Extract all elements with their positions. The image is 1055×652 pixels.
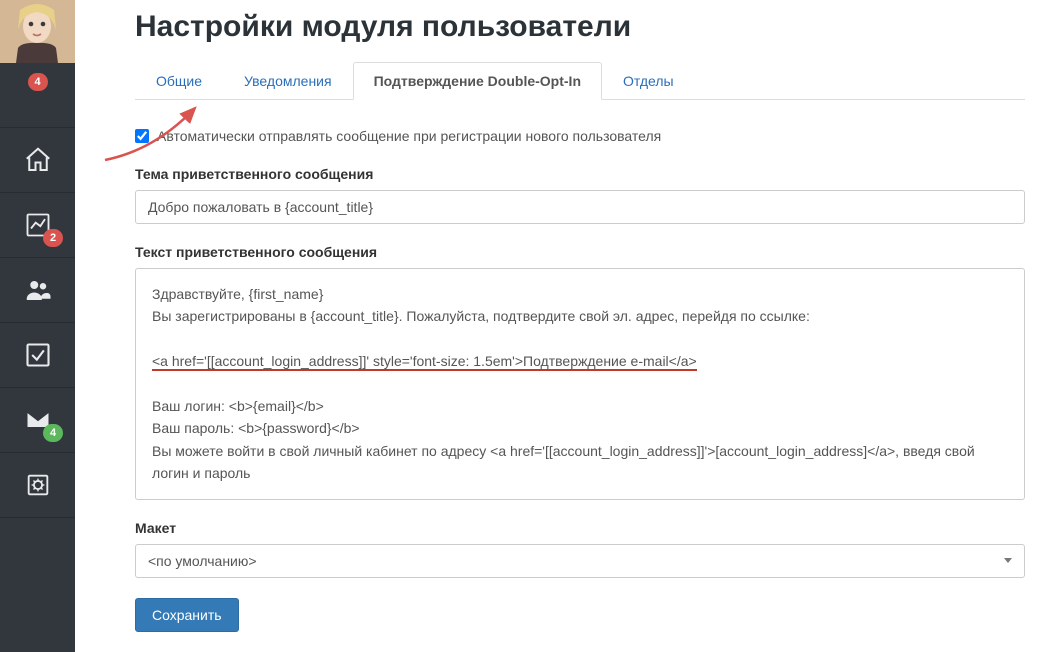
auto-send-label: Автоматически отправлять сообщение при р…	[157, 128, 661, 144]
tab-double-opt-in[interactable]: Подтверждение Double-Opt-In	[353, 62, 602, 100]
sidebar-item-settings[interactable]	[0, 453, 75, 518]
layout-label: Макет	[135, 520, 1025, 536]
sidebar-item-home[interactable]	[0, 128, 75, 193]
auto-send-checkbox[interactable]	[135, 129, 149, 143]
sidebar-item-mail[interactable]: 4	[0, 388, 75, 453]
reports-badge: 2	[43, 229, 63, 247]
chevron-down-icon	[1004, 558, 1012, 563]
safe-icon	[22, 469, 54, 501]
tabs: Общие Уведомления Подтверждение Double-O…	[135, 62, 1025, 100]
mail-badge: 4	[43, 424, 63, 442]
sidebar-item-notifications[interactable]: 4	[0, 63, 75, 128]
tab-departments[interactable]: Отделы	[602, 62, 695, 100]
users-icon	[22, 274, 54, 306]
tab-notifications[interactable]: Уведомления	[223, 62, 353, 100]
checkbox-icon	[22, 339, 54, 371]
body-label: Текст приветственного сообщения	[135, 244, 1025, 260]
sidebar: 4 2 4	[0, 0, 75, 652]
avatar[interactable]	[0, 0, 75, 63]
subject-input[interactable]	[135, 190, 1025, 224]
sidebar-item-users[interactable]	[0, 258, 75, 323]
subject-label: Тема приветственного сообщения	[135, 166, 1025, 182]
sidebar-item-reports[interactable]: 2	[0, 193, 75, 258]
page-title: Настройки модуля пользователи	[135, 10, 1025, 44]
save-button[interactable]: Сохранить	[135, 598, 239, 632]
sidebar-item-tasks[interactable]	[0, 323, 75, 388]
layout-select-value: <по умолчанию>	[148, 553, 257, 569]
tab-general[interactable]: Общие	[135, 62, 223, 100]
notification-badge: 4	[28, 73, 48, 91]
layout-select[interactable]: <по умолчанию>	[135, 544, 1025, 578]
body-textarea[interactable]: Здравствуйте, {first_name} Вы зарегистри…	[135, 268, 1025, 500]
home-icon	[22, 144, 54, 176]
main-content: Настройки модуля пользователи Общие Увед…	[75, 0, 1055, 652]
